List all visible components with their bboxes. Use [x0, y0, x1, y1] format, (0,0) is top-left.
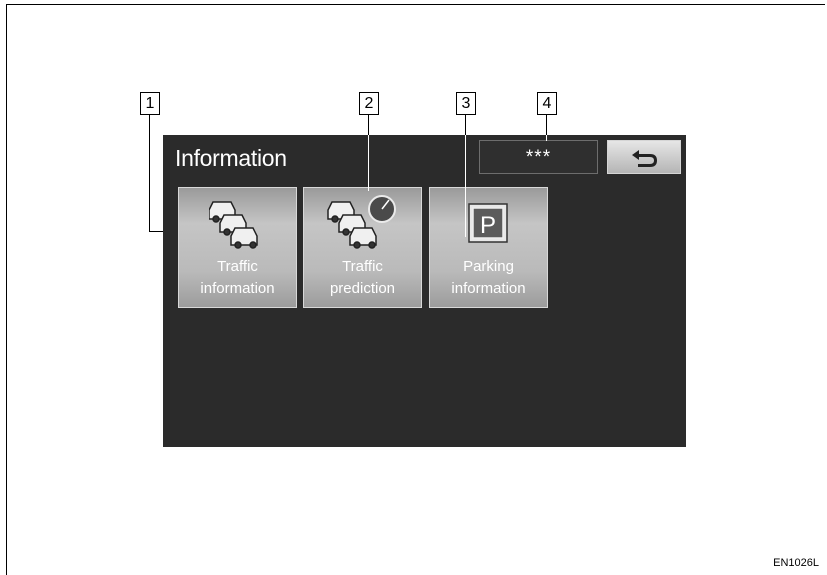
traffic-prediction-label-2: prediction — [329, 280, 396, 297]
page-title: Information — [175, 145, 287, 171]
info-screen: Information *** Traffic information Traf… — [163, 135, 686, 447]
traffic-information-button[interactable]: Traffic information — [178, 187, 297, 308]
figure-code: EN1026L — [773, 557, 819, 569]
traffic-information-label-1: Traffic — [217, 258, 258, 275]
callout-4-leader-top — [546, 115, 547, 135]
back-button[interactable] — [607, 140, 681, 174]
parking-information-button[interactable]: P Parking information — [429, 187, 548, 308]
traffic-prediction-label-1: Traffic — [342, 258, 383, 275]
traffic-information-label-2: information — [200, 280, 275, 297]
return-arrow-icon — [632, 150, 657, 167]
callout-2-leader-top — [368, 115, 369, 135]
parking-information-label-1: Parking — [463, 258, 514, 275]
parking-information-label-2: information — [451, 280, 526, 297]
title-display-box[interactable]: *** — [479, 140, 598, 174]
callout-1-leader — [149, 115, 150, 232]
callout-4: 4 — [537, 92, 557, 115]
parking-letter: P — [480, 212, 496, 239]
callout-1: 1 — [140, 92, 160, 115]
traffic-prediction-icon — [327, 195, 396, 249]
callout-2: 2 — [359, 92, 379, 115]
parking-icon: P — [468, 203, 508, 243]
traffic-cars-icon — [209, 201, 258, 249]
callout-3: 3 — [456, 92, 476, 115]
traffic-prediction-button[interactable]: Traffic prediction — [303, 187, 422, 308]
callout-3-leader-top — [465, 115, 466, 135]
